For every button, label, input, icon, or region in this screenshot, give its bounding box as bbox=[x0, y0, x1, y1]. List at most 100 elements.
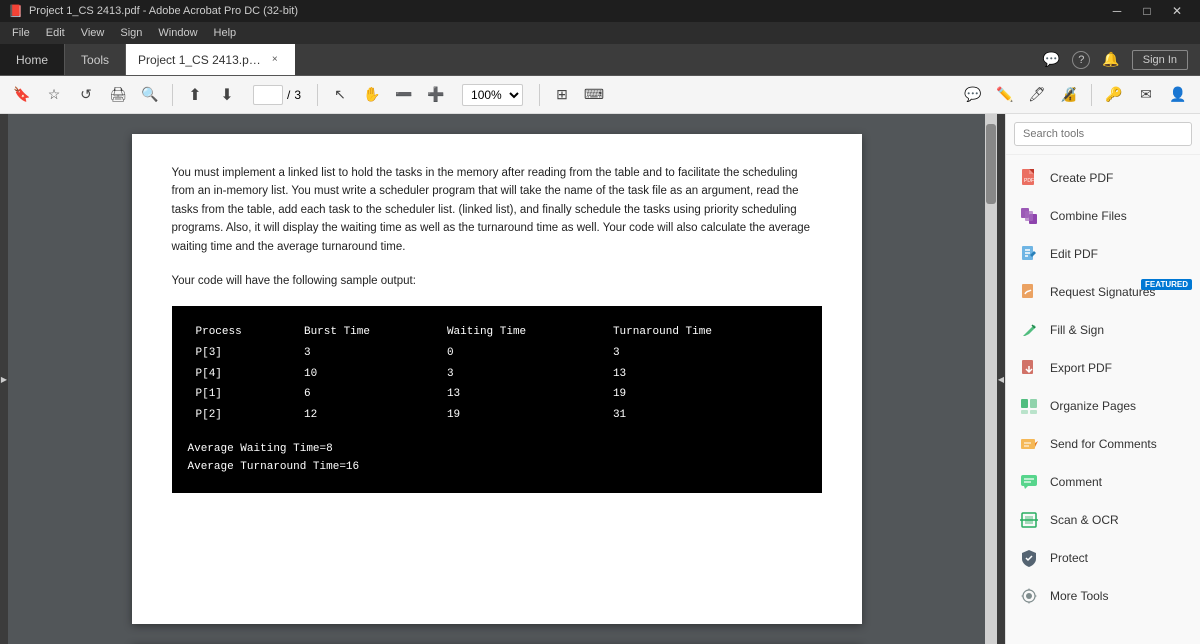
print-button[interactable]: 🖨 bbox=[104, 81, 132, 109]
prev-page-button[interactable]: ⬆ bbox=[181, 81, 209, 109]
zoom-in-button[interactable]: ➕ bbox=[422, 81, 450, 109]
tool-request-signatures[interactable]: Request Signatures FEATURED bbox=[1006, 273, 1200, 311]
avg-waiting: Average Waiting Time=8 bbox=[188, 440, 806, 459]
tool-more-tools-label: More Tools bbox=[1050, 589, 1108, 603]
tab-document[interactable]: Project 1_CS 2413.p… × bbox=[126, 44, 295, 75]
tabbar: Home Tools Project 1_CS 2413.p… × 💬 ? 🔔 … bbox=[0, 44, 1200, 76]
tab-close-button[interactable]: × bbox=[267, 52, 283, 68]
tools-label: Tools bbox=[81, 53, 109, 67]
tool-comment[interactable]: Comment bbox=[1006, 463, 1200, 501]
table-row: P[2] 12 19 31 bbox=[188, 405, 806, 426]
left-panel-toggle[interactable]: ▶ bbox=[0, 114, 8, 644]
doc-tab-label: Project 1_CS 2413.p… bbox=[138, 53, 261, 67]
menu-sign[interactable]: Sign bbox=[112, 25, 150, 41]
cell-turnaround: 19 bbox=[605, 384, 806, 405]
maximize-button[interactable]: □ bbox=[1132, 0, 1162, 22]
page-total: 3 bbox=[294, 88, 301, 102]
signin-button[interactable]: Sign In bbox=[1132, 50, 1188, 70]
organize-pages-icon bbox=[1018, 395, 1040, 417]
key-button[interactable]: 🔑 bbox=[1100, 81, 1128, 109]
doc-paragraph-1: You must implement a linked list to hold… bbox=[172, 164, 822, 256]
cell-waiting: 19 bbox=[439, 405, 605, 426]
close-button[interactable]: ✕ bbox=[1162, 0, 1192, 22]
keyboard-button[interactable]: ⌨ bbox=[580, 81, 608, 109]
app-icon: 📕 bbox=[8, 4, 23, 18]
stamp-button[interactable]: 🔏 bbox=[1055, 81, 1083, 109]
star-button[interactable]: ☆ bbox=[40, 81, 68, 109]
tab-tools[interactable]: Tools bbox=[65, 44, 126, 75]
menu-view[interactable]: View bbox=[73, 25, 113, 41]
notification-icon[interactable]: 🔔 bbox=[1098, 47, 1123, 72]
pen-button[interactable]: ✏️ bbox=[991, 81, 1019, 109]
tool-organize-pages[interactable]: Organize Pages bbox=[1006, 387, 1200, 425]
code-block: Process Burst Time Waiting Time Turnarou… bbox=[172, 306, 822, 493]
col-turnaround: Turnaround Time bbox=[605, 322, 806, 343]
toolbar-separator-1 bbox=[172, 84, 173, 106]
menu-file[interactable]: File bbox=[4, 25, 38, 41]
help-icon[interactable]: ? bbox=[1072, 51, 1090, 69]
grid-button[interactable]: ⊞ bbox=[548, 81, 576, 109]
minimize-button[interactable]: ─ bbox=[1102, 0, 1132, 22]
titlebar-title: Project 1_CS 2413.pdf - Adobe Acrobat Pr… bbox=[29, 5, 298, 17]
tool-fill-sign[interactable]: Fill & Sign bbox=[1006, 311, 1200, 349]
scrollbar[interactable] bbox=[985, 114, 997, 644]
chat-icon[interactable]: 💬 bbox=[1039, 47, 1064, 72]
protect-icon bbox=[1018, 547, 1040, 569]
mail-button[interactable]: ✉ bbox=[1132, 81, 1160, 109]
cell-burst: 6 bbox=[296, 384, 439, 405]
menu-edit[interactable]: Edit bbox=[38, 25, 73, 41]
combine-files-icon bbox=[1018, 205, 1040, 227]
comment-button[interactable]: 💬 bbox=[959, 81, 987, 109]
tools-panel: PDF Create PDF Combine Files Edit PDF bbox=[1005, 114, 1200, 644]
tools-search-container bbox=[1006, 114, 1200, 155]
tool-export-pdf[interactable]: Export PDF bbox=[1006, 349, 1200, 387]
zoom-select[interactable]: 100% 75% 125% 150% bbox=[462, 84, 523, 106]
menubar: File Edit View Sign Window Help bbox=[0, 22, 1200, 44]
hand-tool[interactable]: ✋ bbox=[358, 81, 386, 109]
cell-process: P[4] bbox=[188, 364, 296, 385]
right-panel-toggle[interactable]: ◀ bbox=[997, 114, 1005, 644]
cell-burst: 3 bbox=[296, 343, 439, 364]
page-number-input[interactable]: 2 bbox=[253, 85, 283, 105]
tool-edit-pdf[interactable]: Edit PDF bbox=[1006, 235, 1200, 273]
table-row: P[3] 3 0 3 bbox=[188, 343, 806, 364]
zoom-out-button[interactable]: ➖ bbox=[390, 81, 418, 109]
next-page-button[interactable]: ⬇ bbox=[213, 81, 241, 109]
tool-create-pdf[interactable]: PDF Create PDF bbox=[1006, 159, 1200, 197]
search-button[interactable]: 🔍 bbox=[136, 81, 164, 109]
tab-home[interactable]: Home bbox=[0, 44, 65, 75]
page-separator: / bbox=[287, 88, 290, 102]
toolbar-separator-2 bbox=[317, 84, 318, 106]
tool-fill-sign-label: Fill & Sign bbox=[1050, 323, 1104, 337]
menu-help[interactable]: Help bbox=[206, 25, 245, 41]
tools-list: PDF Create PDF Combine Files Edit PDF bbox=[1006, 155, 1200, 644]
cell-burst: 12 bbox=[296, 405, 439, 426]
bookmark-button[interactable]: 🔖 bbox=[8, 81, 36, 109]
highlighter-button[interactable]: 🖊 bbox=[1023, 81, 1051, 109]
tool-send-comments[interactable]: Send for Comments bbox=[1006, 425, 1200, 463]
toolbar-separator-4 bbox=[1091, 84, 1092, 106]
scan-ocr-icon bbox=[1018, 509, 1040, 531]
main-content: ▶ You must implement a linked list to ho… bbox=[0, 114, 1200, 644]
tool-protect[interactable]: Protect bbox=[1006, 539, 1200, 577]
zoom-control: 100% 75% 125% 150% bbox=[462, 84, 523, 106]
cell-burst: 10 bbox=[296, 364, 439, 385]
more-tools-icon bbox=[1018, 585, 1040, 607]
tool-request-signatures-label: Request Signatures bbox=[1050, 285, 1155, 299]
document-area[interactable]: You must implement a linked list to hold… bbox=[8, 114, 985, 644]
tool-more-tools[interactable]: More Tools bbox=[1006, 577, 1200, 615]
toolbar: 🔖 ☆ ↺ 🖨 🔍 ⬆ ⬇ 2 / 3 ↖ ✋ ➖ ➕ 100% 75% 125… bbox=[0, 76, 1200, 114]
tools-search-input[interactable] bbox=[1014, 122, 1192, 146]
scroll-thumb[interactable] bbox=[986, 124, 996, 204]
share-button[interactable]: 👤 bbox=[1164, 81, 1192, 109]
tool-scan-ocr[interactable]: Scan & OCR bbox=[1006, 501, 1200, 539]
process-table: Process Burst Time Waiting Time Turnarou… bbox=[188, 322, 806, 425]
cursor-tool[interactable]: ↖ bbox=[326, 81, 354, 109]
svg-text:PDF: PDF bbox=[1024, 178, 1034, 184]
toolbar-separator-3 bbox=[539, 84, 540, 106]
menu-window[interactable]: Window bbox=[150, 25, 205, 41]
tool-combine-files[interactable]: Combine Files bbox=[1006, 197, 1200, 235]
featured-badge: FEATURED bbox=[1141, 279, 1192, 290]
back-button[interactable]: ↺ bbox=[72, 81, 100, 109]
tool-create-pdf-label: Create PDF bbox=[1050, 171, 1113, 185]
